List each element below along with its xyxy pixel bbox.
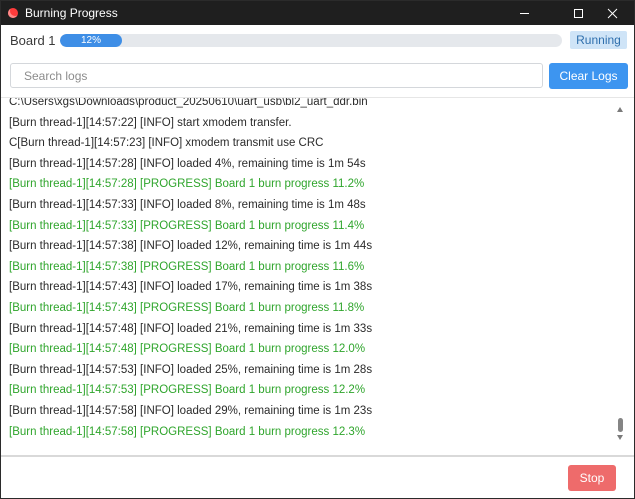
log-line-info: [Burn thread-1][14:57:33] [INFO] loaded …: [9, 198, 366, 211]
log-line-progress: [Burn thread-1][14:57:53] [PROGRESS] Boa…: [9, 384, 366, 397]
log-line-info: C[Burn thread-1][14:57:23] [INFO] xmodem…: [9, 137, 324, 150]
clear-logs-button[interactable]: Clear Logs: [549, 63, 628, 89]
app-icon: [8, 8, 18, 18]
progress-bar: 12%: [60, 34, 562, 47]
log-line-info: [Burn thread-1][14:57:43] [INFO] loaded …: [9, 281, 373, 294]
log-line-info: [Burn thread-1][14:57:53] [INFO] loaded …: [9, 363, 373, 376]
progress-percent: 12%: [80, 35, 101, 46]
log-line-progress: [Burn thread-1][14:57:38] [PROGRESS] Boa…: [9, 260, 365, 273]
search-input[interactable]: [10, 63, 543, 88]
stop-button[interactable]: Stop: [568, 465, 616, 491]
close-button[interactable]: [590, 1, 634, 25]
log-line-info: [Burn thread-1][14:57:38] [INFO] loaded …: [9, 240, 373, 253]
log-list: C:\Users\xgs\Downloads\product_20250610\…: [9, 98, 609, 442]
log-line-progress: [Burn thread-1][14:57:43] [PROGRESS] Boa…: [9, 301, 365, 314]
minimize-button[interactable]: [502, 1, 546, 25]
scroll-thumb[interactable]: [618, 418, 623, 432]
window-title: Burning Progress: [25, 6, 118, 20]
minimize-icon: [519, 12, 529, 14]
log-line-progress: [Burn thread-1][14:57:48] [PROGRESS] Boa…: [9, 343, 366, 356]
log-panel[interactable]: C:\Users\xgs\Downloads\product_20250610\…: [1, 98, 634, 455]
footer-divider: [1, 455, 634, 457]
log-line-info: [Burn thread-1][14:57:58] [INFO] loaded …: [9, 404, 373, 417]
status-badge: Running: [570, 31, 627, 49]
log-line-info: [Burn thread-1][14:57:22] [INFO] start x…: [9, 116, 292, 129]
board-label: Board 1: [10, 33, 56, 48]
log-line-info: C:\Users\xgs\Downloads\product_20250610\…: [9, 98, 368, 108]
burning-progress-window: Burning Progress Board 1 12% Running Cle…: [0, 0, 635, 499]
scroll-up-arrow-icon[interactable]: [617, 107, 623, 112]
log-line-progress: [Burn thread-1][14:57:58] [PROGRESS] Boa…: [9, 425, 366, 438]
log-line-info: [Burn thread-1][14:57:28] [INFO] loaded …: [9, 157, 366, 170]
close-icon: [607, 8, 617, 18]
title-bar[interactable]: Burning Progress: [1, 1, 634, 25]
log-line-progress: [Burn thread-1][14:57:33] [PROGRESS] Boa…: [9, 219, 365, 232]
log-scrollbar[interactable]: [615, 98, 627, 455]
progress-row: Board 1 12% Running: [1, 27, 634, 55]
maximize-icon: [573, 8, 583, 18]
log-line-info: [Burn thread-1][14:57:48] [INFO] loaded …: [9, 322, 373, 335]
scroll-down-arrow-icon[interactable]: [617, 435, 623, 440]
log-line-progress: [Burn thread-1][14:57:28] [PROGRESS] Boa…: [9, 178, 365, 191]
